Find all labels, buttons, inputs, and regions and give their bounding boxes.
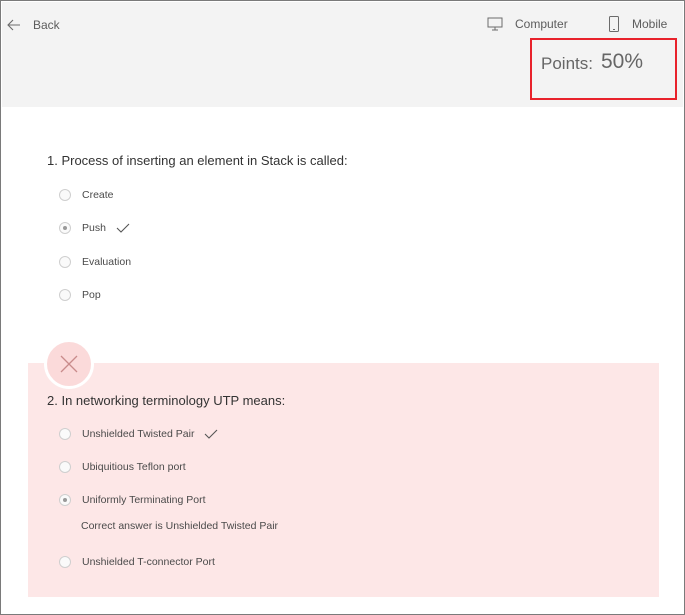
- question-2-option-1[interactable]: Unshielded Twisted Pair: [59, 426, 218, 442]
- radio-button-selected[interactable]: [59, 494, 71, 506]
- arrow-left-icon: [7, 19, 20, 31]
- question-2-title: 2. In networking terminology UTP means:: [47, 393, 286, 408]
- radio-button[interactable]: [59, 556, 71, 568]
- points-label: Points:: [541, 54, 593, 73]
- option-label: Evaluation: [82, 256, 132, 268]
- radio-button[interactable]: [59, 189, 71, 201]
- monitor-icon: [487, 17, 503, 31]
- option-label: Unshielded Twisted Pair: [82, 428, 195, 440]
- question-1-option-2[interactable]: Push: [59, 220, 130, 236]
- radio-button[interactable]: [59, 461, 71, 473]
- option-label: Uniformly Terminating Port: [82, 494, 206, 506]
- option-label: Create: [82, 189, 114, 201]
- radio-button[interactable]: [59, 256, 71, 268]
- question-2-option-2[interactable]: Ubiquitious Teflon port: [59, 459, 186, 475]
- question-1-title: 1. Process of inserting an element in St…: [47, 153, 348, 168]
- option-label: Pop: [82, 289, 101, 301]
- radio-button-selected[interactable]: [59, 222, 71, 234]
- question-1-option-1[interactable]: Create: [59, 187, 114, 203]
- question-1-option-4[interactable]: Pop: [59, 287, 101, 303]
- question-2-option-4[interactable]: Unshielded T-connector Port: [59, 554, 215, 570]
- question-2-option-3[interactable]: Uniformly Terminating Port: [59, 492, 206, 508]
- points-score: Points: 50%: [530, 38, 677, 100]
- close-icon: [60, 355, 78, 373]
- incorrect-badge: [44, 339, 94, 389]
- option-label: Unshielded T-connector Port: [82, 556, 215, 568]
- phone-icon: [609, 16, 619, 32]
- option-label: Push: [82, 222, 106, 234]
- quiz-results-window: Back Computer Mobile Points: 50% 1. Proc…: [0, 0, 685, 615]
- mobile-view-button[interactable]: Mobile: [608, 14, 667, 34]
- checkmark-icon: [205, 429, 218, 439]
- radio-button[interactable]: [59, 428, 71, 440]
- correct-answer-feedback: Correct answer is Unshielded Twisted Pai…: [81, 520, 279, 532]
- checkmark-icon: [116, 223, 130, 233]
- option-label: Ubiquitious Teflon port: [82, 461, 186, 473]
- points-value: 50%: [600, 50, 644, 73]
- mobile-label: Mobile: [632, 17, 668, 31]
- back-label: Back: [33, 18, 60, 32]
- back-button[interactable]: Back: [7, 15, 60, 35]
- radio-button[interactable]: [59, 289, 71, 301]
- computer-view-button[interactable]: Computer: [487, 14, 568, 34]
- question-1-option-3[interactable]: Evaluation: [59, 254, 131, 270]
- computer-label: Computer: [515, 17, 568, 31]
